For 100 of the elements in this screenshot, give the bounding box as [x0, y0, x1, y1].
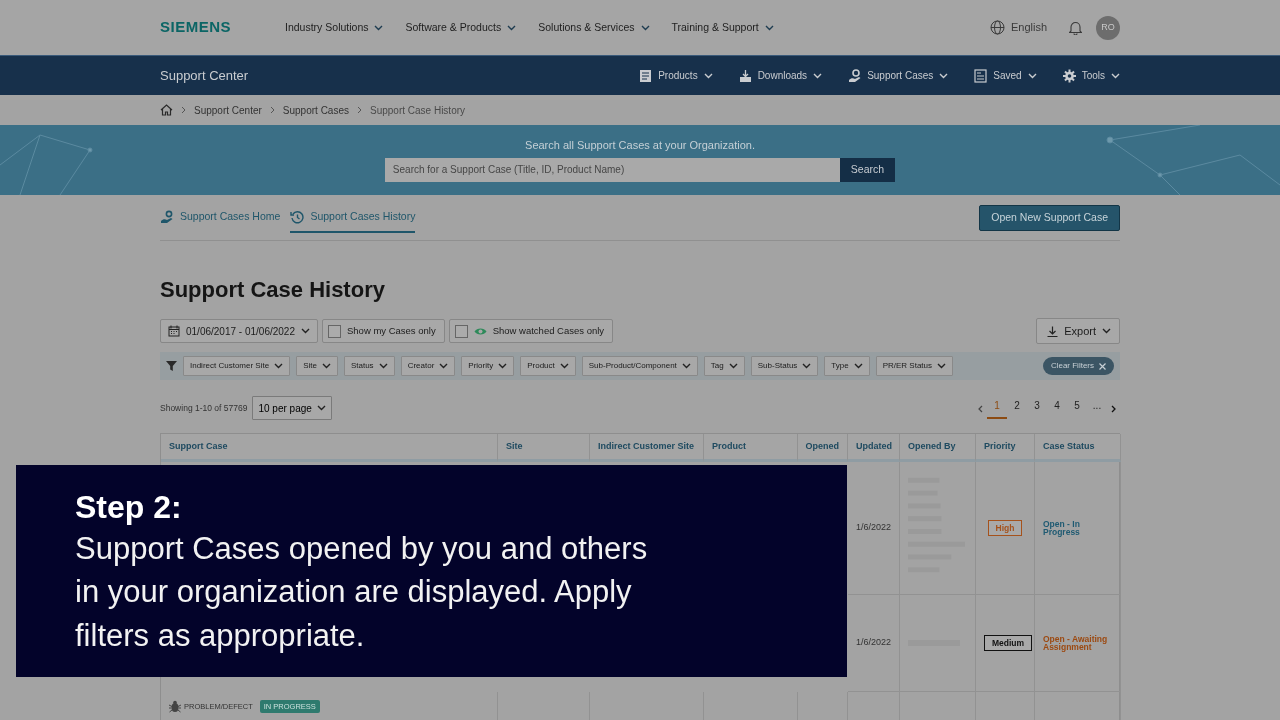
- hand-gear-icon: [160, 209, 175, 224]
- filter-dropdown[interactable]: Priority: [461, 356, 515, 376]
- chevron-down-icon: [853, 363, 863, 369]
- filter-checkbox[interactable]: Show my Cases only: [322, 319, 445, 343]
- subnav-menu-item[interactable]: Saved: [974, 68, 1037, 83]
- column-header[interactable]: Support Case: [161, 434, 498, 462]
- column-header[interactable]: Indirect Customer Site: [590, 434, 704, 462]
- bug-icon: [169, 700, 181, 714]
- filter-dropdown[interactable]: Creator: [400, 356, 456, 376]
- chevron-left-icon: [978, 404, 983, 413]
- chevron-down-icon: [378, 363, 388, 369]
- column-header[interactable]: Site: [498, 434, 590, 462]
- language-selector[interactable]: English: [989, 19, 1047, 36]
- column-header[interactable]: Priority: [976, 434, 1035, 462]
- page-link[interactable]: 4: [1047, 397, 1067, 419]
- filter-dropdown[interactable]: PR/ER Status: [875, 356, 954, 376]
- subnav-menu-item[interactable]: Support Cases: [848, 68, 949, 83]
- page-link[interactable]: 2: [1007, 397, 1027, 419]
- filter-dropdown[interactable]: Product: [520, 356, 576, 376]
- saved-list-icon: [974, 68, 988, 83]
- page-link[interactable]: 3: [1027, 397, 1047, 419]
- chevron-right-icon: [269, 106, 275, 114]
- filter-dropdown[interactable]: Site: [296, 356, 338, 376]
- results-count: Showing 1-10 of 57769: [160, 401, 248, 415]
- chevron-down-icon: [813, 72, 823, 79]
- breadcrumb-link[interactable]: Support Case History: [370, 102, 466, 118]
- chevron-down-icon: [1102, 328, 1111, 334]
- nav-menu-item[interactable]: Software & Products: [405, 19, 517, 36]
- subnav-menu-item[interactable]: Products: [639, 68, 713, 83]
- chevron-down-icon: [439, 363, 449, 369]
- chevron-down-icon: [316, 405, 326, 411]
- column-header[interactable]: Opened By: [900, 434, 976, 462]
- page-link[interactable]: 5: [1067, 397, 1087, 419]
- breadcrumb-link[interactable]: Support Center: [194, 102, 262, 118]
- notification-bell-icon[interactable]: [1069, 20, 1082, 35]
- caption-text: Support Cases opened by you and others in your organization are displayed. Apply filters as appropriate.: [75, 530, 649, 655]
- history-clock-icon: [290, 209, 306, 224]
- open-new-case-button[interactable]: Open New Support Case: [979, 205, 1120, 231]
- search-button[interactable]: Search: [839, 157, 896, 182]
- chevron-down-icon: [301, 328, 310, 334]
- case-status: Open - Awaiting Assignment: [1043, 634, 1109, 652]
- chevron-down-icon: [321, 363, 331, 369]
- filter-icon: [166, 361, 177, 371]
- section-title: Support Center: [160, 66, 249, 85]
- chevron-right-icon: [1111, 404, 1116, 413]
- filter-dropdown[interactable]: Type: [824, 356, 870, 376]
- nav-menu-item[interactable]: Training & Support: [671, 19, 774, 36]
- settings-gear-icon: [1062, 68, 1076, 83]
- chevron-down-icon: [274, 363, 284, 369]
- nav-menu-item[interactable]: Industry Solutions: [285, 19, 384, 36]
- chevron-down-icon: [939, 72, 949, 79]
- chevron-down-icon: [703, 72, 713, 79]
- home-icon[interactable]: [160, 104, 173, 116]
- chevron-down-icon: [802, 363, 812, 369]
- column-header[interactable]: Opened: [798, 434, 848, 462]
- chevron-down-icon: [640, 24, 650, 31]
- chevron-down-icon: [507, 24, 517, 31]
- column-header[interactable]: Case Status: [1035, 434, 1121, 462]
- chevron-right-icon: [357, 106, 362, 114]
- filter-dropdown[interactable]: Indirect Customer Site: [183, 356, 291, 376]
- date-range-picker[interactable]: 01/06/2017 - 01/06/2022: [160, 319, 318, 343]
- search-field[interactable]: Search for a Support Case (Title, ID, Product Name): [384, 157, 840, 182]
- nav-menu-item[interactable]: Solutions & Services: [538, 19, 650, 36]
- chevron-down-icon: [681, 363, 691, 369]
- download-icon: [1047, 325, 1059, 337]
- close-icon: [1099, 362, 1106, 370]
- chevron-down-icon: [374, 24, 384, 31]
- download-tray-icon: [738, 68, 752, 83]
- search-prompt: Search all Support Cases at your Organization.: [525, 138, 755, 153]
- column-header[interactable]: Updated: [848, 434, 900, 462]
- column-header[interactable]: Product: [704, 434, 798, 462]
- filter-dropdown[interactable]: Sub-Product/Component: [581, 356, 698, 376]
- filter-dropdown[interactable]: Status: [343, 356, 395, 376]
- filter-dropdown[interactable]: Sub-Status: [750, 356, 819, 376]
- subnav-menu-item[interactable]: Downloads: [738, 68, 823, 83]
- chevron-down-icon: [559, 363, 569, 369]
- filter-checkbox[interactable]: Show watched Cases only: [448, 319, 614, 343]
- breadcrumb-link[interactable]: Support Cases: [282, 102, 349, 118]
- export-button[interactable]: Export: [1036, 318, 1120, 344]
- chevron-down-icon: [1027, 72, 1037, 79]
- clear-filters-button[interactable]: Clear Filters: [1042, 357, 1114, 375]
- document-icon: [639, 68, 653, 83]
- globe-icon: [989, 20, 1005, 35]
- subnav-menu-item[interactable]: Tools: [1062, 68, 1120, 83]
- caption-title: Step 2:: [75, 488, 183, 527]
- chevron-right-icon: [181, 106, 186, 114]
- eye-icon: [473, 326, 487, 336]
- table-cell: 1/6/2022: [848, 595, 900, 692]
- chevron-down-icon: [498, 363, 508, 369]
- priority-badge: Medium: [984, 634, 1033, 652]
- filter-dropdown[interactable]: Tag: [703, 356, 745, 376]
- hand-gear-icon: [848, 68, 862, 83]
- chevron-down-icon: [937, 363, 947, 369]
- per-page-dropdown[interactable]: 10 per page: [252, 396, 332, 420]
- page-link[interactable]: ...: [1087, 397, 1107, 419]
- page-heading: Support Case History: [160, 276, 386, 304]
- table-cell: 1/6/2022: [848, 462, 900, 595]
- case-status: Open - In Progress: [1043, 519, 1081, 537]
- calendar-icon: [168, 325, 180, 337]
- priority-badge: High: [987, 519, 1023, 537]
